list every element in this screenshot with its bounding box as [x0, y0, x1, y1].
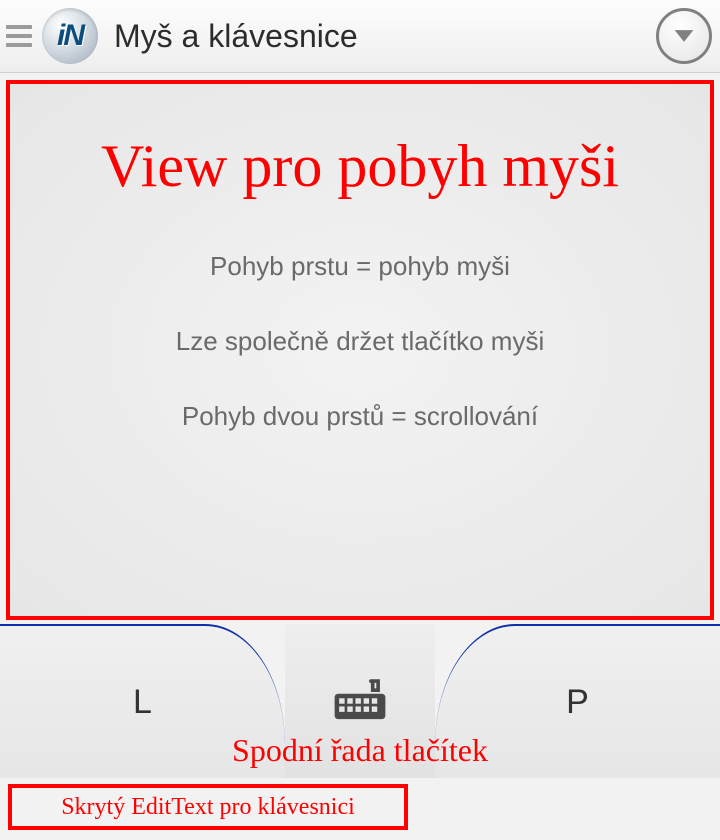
mouse-left-button[interactable]: L: [0, 624, 285, 778]
bottom-button-row: L P: [0, 624, 720, 778]
annotation-hidden-edittext: Skrytý EditText pro klávesnici: [61, 794, 355, 821]
chevron-down-icon: [670, 22, 698, 50]
menu-icon[interactable]: [4, 21, 34, 51]
touch-hint: Lze společně držet tlačítko myši: [10, 326, 710, 357]
annotation-touch-area-title: View pro pobyh myši: [10, 132, 710, 201]
mouse-right-button[interactable]: P: [435, 624, 720, 778]
mouse-right-label: P: [566, 683, 589, 722]
keyboard-toggle-button[interactable]: [285, 624, 435, 778]
app-logo-text: iN: [57, 19, 83, 53]
mouse-left-label: L: [133, 683, 152, 722]
touch-hint: Pohyb prstu = pohyb myši: [10, 251, 710, 282]
hidden-edittext[interactable]: Skrytý EditText pro klávesnici: [8, 784, 408, 830]
touch-hint: Pohyb dvou prstů = scrollování: [10, 401, 710, 432]
page-title: Myš a klávesnice: [114, 18, 648, 55]
keyboard-icon: [331, 677, 389, 725]
app-logo[interactable]: iN: [42, 8, 98, 64]
mouse-touchpad-area[interactable]: View pro pobyh myši Pohyb prstu = pohyb …: [6, 80, 714, 620]
dropdown-button[interactable]: [656, 8, 712, 64]
app-root: iN Myš a klávesnice View pro pobyh myši …: [0, 0, 720, 840]
app-header: iN Myš a klávesnice: [0, 0, 720, 73]
